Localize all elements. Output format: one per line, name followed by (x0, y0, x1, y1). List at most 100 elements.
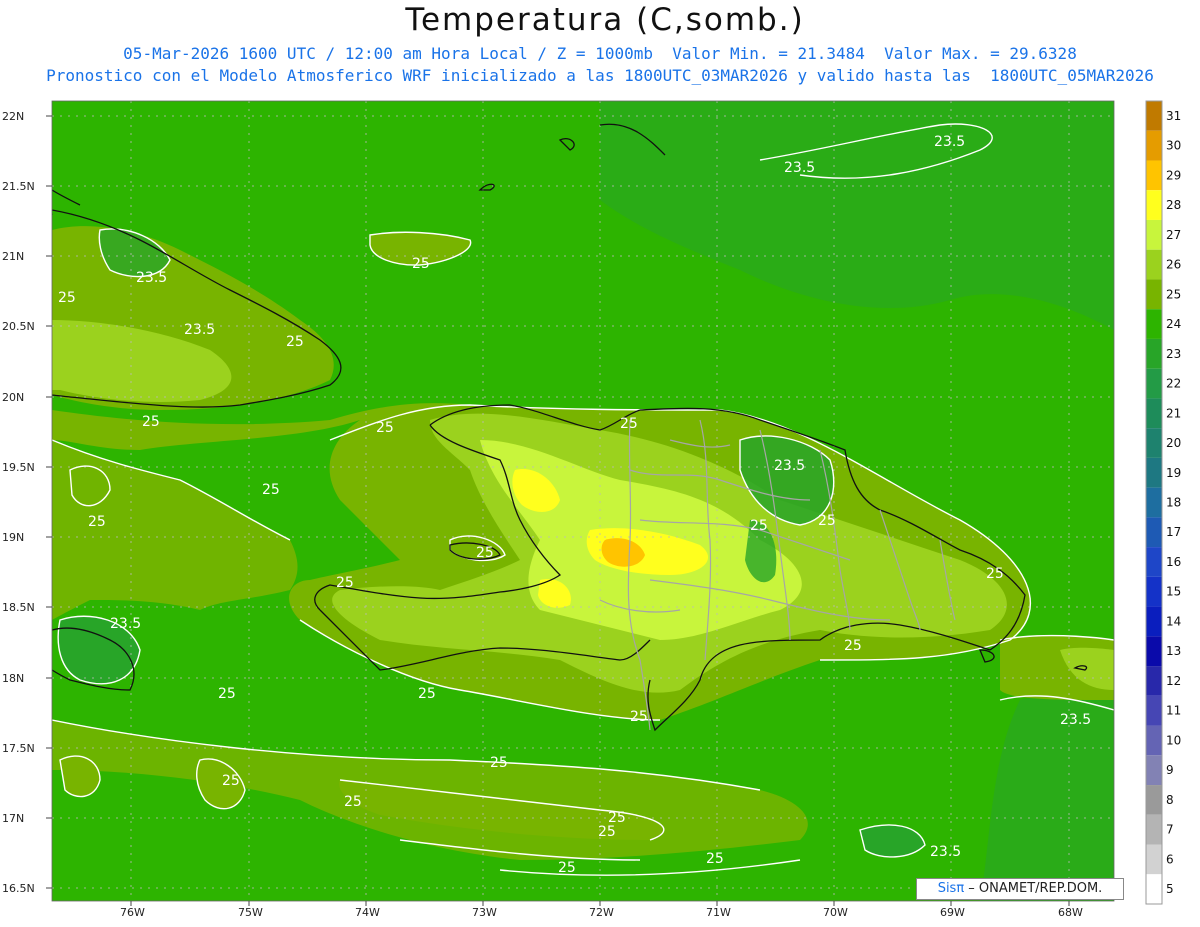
lon-label: 75W (238, 906, 263, 919)
lat-label: 17.5N (2, 742, 35, 755)
lat-label: 22N (2, 110, 24, 123)
contour-label: 25 (620, 416, 638, 432)
contour-label: 25 (986, 566, 1004, 582)
contour-label: 25 (598, 824, 616, 840)
contour-label: 25 (490, 755, 508, 771)
colorbar-label: 5 (1166, 882, 1174, 896)
colorbar-swatch (1146, 844, 1162, 875)
colorbar-swatch (1146, 398, 1162, 429)
contour-label: 25 (818, 513, 836, 529)
lon-label: 68W (1058, 906, 1083, 919)
contour-label: 25 (558, 860, 576, 876)
contour-label: 25 (344, 794, 362, 810)
colorbar-swatch (1146, 368, 1162, 399)
contour-label: 23.5 (1060, 712, 1091, 728)
lon-label: 72W (589, 906, 614, 919)
contour-label: 25 (286, 334, 304, 350)
colorbar-legend: 31 30 29 28 27 26 25 24 23 22 21 20 19 18 17 16 15 14 13 12… (1145, 100, 1181, 905)
colorbar-label: 15 (1166, 585, 1181, 599)
lat-label: 18N (2, 672, 24, 685)
colorbar-swatch (1146, 487, 1162, 518)
colorbar-label: 9 (1166, 763, 1174, 777)
colorbar-label: 22 (1166, 377, 1181, 391)
colorbar-swatch (1146, 547, 1162, 577)
contour-label: 25 (222, 773, 240, 789)
lat-label: 20.5N (2, 320, 35, 333)
lon-label: 74W (355, 906, 380, 919)
lat-label: 21.5N (2, 180, 35, 193)
colorbar-swatch (1146, 606, 1162, 637)
colorbar-label: 28 (1166, 198, 1181, 212)
colorbar-swatch (1146, 695, 1162, 726)
contour-label: 25 (418, 686, 436, 702)
colorbar-swatch (1146, 814, 1162, 845)
contour-label: 25 (750, 518, 768, 534)
contour-label: 23.5 (136, 270, 167, 286)
colorbar-swatch (1146, 517, 1162, 548)
contour-label: 23.5 (774, 458, 805, 474)
lat-label: 18.5N (2, 601, 35, 614)
colorbar-label: 8 (1166, 793, 1174, 807)
contour-label: 25 (844, 638, 862, 654)
colorbar-swatch (1146, 130, 1162, 161)
map-field: 23.5 23.5 25 25 23.5 23.5 25 25 25 25 25… (52, 101, 1114, 901)
colorbar-swatch (1146, 309, 1162, 339)
lat-label: 17N (2, 812, 24, 825)
colorbar-label: 21 (1166, 406, 1181, 420)
contour-label: 23.5 (184, 322, 215, 338)
temperature-map: 23.5 23.5 25 25 23.5 23.5 25 25 25 25 25… (2, 100, 1181, 919)
latitude-axis: 22N 21.5N 21N 20.5N 20N 19.5N 19N 18.5N … (2, 110, 52, 895)
lon-label: 76W (120, 906, 145, 919)
lat-label: 16.5N (2, 882, 35, 895)
colorbar-label: 17 (1166, 525, 1181, 539)
contour-label: 25 (218, 686, 236, 702)
contour-label: 25 (58, 290, 76, 306)
colorbar-swatch (1146, 190, 1162, 220)
lat-label: 21N (2, 250, 24, 263)
colorbar-label: 27 (1166, 228, 1181, 242)
lon-label: 70W (823, 906, 848, 919)
colorbar-label: 23 (1166, 347, 1181, 361)
colorbar-label: 29 (1166, 168, 1181, 182)
colorbar-label: 13 (1166, 644, 1181, 658)
contour-label: 25 (412, 256, 430, 272)
contour-label: 25 (88, 514, 106, 530)
lat-label: 19.5N (2, 461, 35, 474)
colorbar-label: 16 (1166, 555, 1181, 569)
contour-label: 25 (630, 709, 648, 725)
colorbar-label: 31 (1166, 109, 1181, 123)
contour-label: 25 (142, 414, 160, 430)
lon-label: 73W (472, 906, 497, 919)
colorbar-label: 6 (1166, 852, 1174, 866)
colorbar-swatch (1146, 428, 1162, 458)
credit-box: Sisπ – ONAMET/REP.DOM. (916, 878, 1124, 900)
colorbar-swatch (1146, 755, 1162, 786)
contour-label: 23.5 (784, 160, 815, 176)
colorbar-swatch (1146, 785, 1162, 815)
colorbar-swatch (1146, 666, 1162, 696)
colorbar-label: 18 (1166, 496, 1181, 510)
colorbar-swatch (1146, 725, 1162, 756)
colorbar-label: 7 (1166, 823, 1174, 837)
colorbar-label: 14 (1166, 614, 1181, 628)
colorbar-swatch (1146, 576, 1162, 607)
colorbar-swatch (1146, 160, 1162, 191)
contour-label: 23.5 (110, 616, 141, 632)
colorbar-label: 25 (1166, 287, 1181, 301)
colorbar-swatch (1146, 457, 1162, 488)
colorbar-swatch (1146, 249, 1162, 280)
contour-label: 23.5 (934, 134, 965, 150)
colorbar-swatch (1146, 219, 1162, 250)
colorbar-label: 30 (1166, 139, 1181, 153)
colorbar-label: 20 (1166, 436, 1181, 450)
contour-label: 23.5 (930, 844, 961, 860)
contour-label: 25 (336, 575, 354, 591)
colorbar-swatch (1146, 874, 1162, 904)
colorbar-swatch (1146, 338, 1162, 369)
lat-label: 20N (2, 391, 24, 404)
longitude-axis: 76W 75W 74W 73W 72W 71W 70W 69W 68W (120, 901, 1083, 919)
lat-label: 19N (2, 531, 24, 544)
colorbar-label: 11 (1166, 704, 1181, 718)
credit-text: – ONAMET/REP.DOM. (964, 881, 1103, 896)
colorbar-label: 19 (1166, 466, 1181, 480)
